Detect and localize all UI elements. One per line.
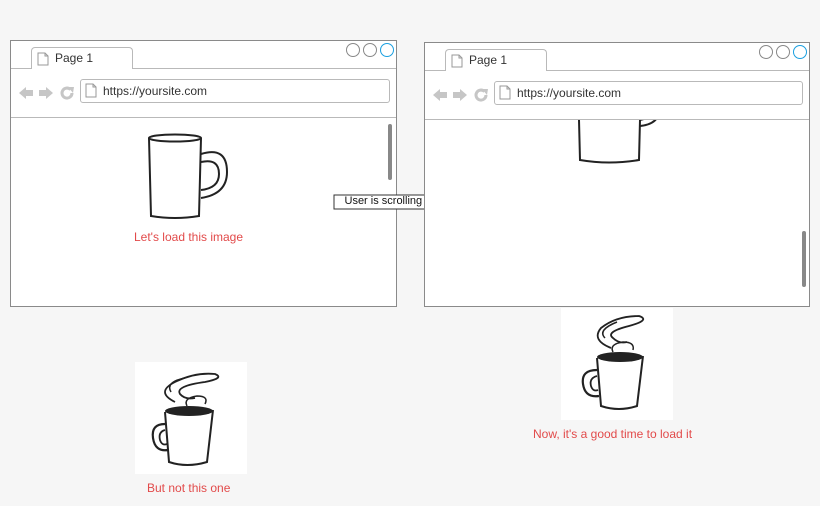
coffee-mug-icon xyxy=(581,315,645,410)
navigation-bar: https://yoursite.com xyxy=(11,69,396,118)
url-text: https://yoursite.com xyxy=(103,84,208,98)
tab-label: Page 1 xyxy=(469,53,508,67)
back-arrow-icon[interactable] xyxy=(18,85,34,101)
page-icon xyxy=(451,54,463,68)
mug-icon xyxy=(148,133,229,219)
tab-strip: Page 1 xyxy=(11,41,396,69)
maximize-button[interactable] xyxy=(776,45,790,59)
page-icon xyxy=(499,85,511,100)
caption-good-time: Now, it's a good time to load it xyxy=(533,427,693,441)
minimize-button[interactable] xyxy=(759,45,773,59)
coffee-mug-icon xyxy=(151,372,220,466)
window-controls xyxy=(346,43,394,57)
close-button[interactable] xyxy=(380,43,394,57)
browser-window-after: Page 1 https://yoursite.com xyxy=(424,42,810,307)
forward-arrow-icon[interactable] xyxy=(452,87,468,103)
page-icon xyxy=(37,52,49,66)
address-bar[interactable]: https://yoursite.com xyxy=(80,79,390,103)
minimize-button[interactable] xyxy=(346,43,360,57)
close-button[interactable] xyxy=(793,45,807,59)
back-arrow-icon[interactable] xyxy=(432,87,448,103)
caption-load-image: Let's load this image xyxy=(134,230,244,244)
navigation-bar: https://yoursite.com xyxy=(425,71,809,120)
image-not-loaded xyxy=(135,362,247,474)
image-loaded xyxy=(561,308,673,420)
scrollbar-thumb[interactable] xyxy=(388,124,392,180)
page-icon xyxy=(85,83,97,98)
window-controls xyxy=(759,45,807,59)
forward-arrow-icon[interactable] xyxy=(38,85,54,101)
reload-icon[interactable] xyxy=(473,87,489,103)
tab-label: Page 1 xyxy=(55,51,94,65)
url-text: https://yoursite.com xyxy=(517,86,622,100)
maximize-button[interactable] xyxy=(363,43,377,57)
scrollbar-thumb[interactable] xyxy=(802,231,806,287)
browser-tab[interactable]: Page 1 xyxy=(31,47,133,69)
browser-tab[interactable]: Page 1 xyxy=(445,49,547,71)
browser-window-before: Page 1 https://yoursite.com xyxy=(10,40,397,307)
caption-not-this-one: But not this one xyxy=(147,481,231,495)
mug-icon xyxy=(578,120,657,164)
page-viewport[interactable] xyxy=(425,120,809,306)
tab-strip: Page 1 xyxy=(425,43,809,71)
address-bar[interactable]: https://yoursite.com xyxy=(494,81,803,105)
reload-icon[interactable] xyxy=(59,85,75,101)
